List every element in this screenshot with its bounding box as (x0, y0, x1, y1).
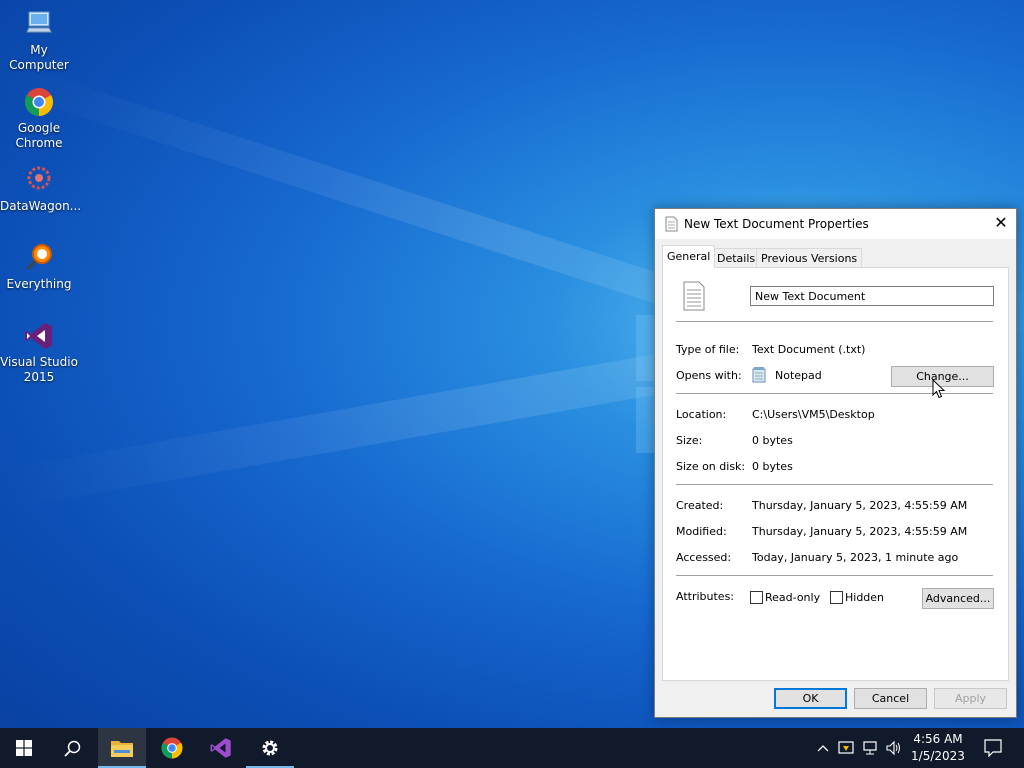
desktop-icon-label: DataWagon... (0, 199, 82, 213)
network-icon (862, 740, 878, 759)
action-center-icon (984, 739, 1002, 760)
cancel-button[interactable]: Cancel (854, 688, 927, 709)
search-icon (64, 740, 81, 760)
mouse-cursor-icon (932, 378, 946, 402)
type-of-file-value: Text Document (.txt) (752, 343, 866, 356)
accessed-value: Today, January 5, 2023, 1 minute ago (752, 551, 959, 564)
clock-date: 1/5/2023 (911, 749, 965, 763)
close-icon: ✕ (994, 213, 1008, 232)
tab-general[interactable]: General (662, 245, 716, 268)
file-explorer-icon (111, 738, 133, 760)
dialog-title: New Text Document Properties (684, 217, 869, 231)
taskbar-chrome[interactable] (148, 728, 196, 768)
created-value: Thursday, January 5, 2023, 4:55:59 AM (752, 499, 968, 512)
document-icon (665, 216, 678, 235)
clock[interactable]: 4:56 AM 1/5/2023 (908, 731, 968, 765)
volume-icon (886, 740, 902, 759)
settings-icon (260, 738, 280, 761)
desktop-icon-visual-studio[interactable]: Visual Studio 2015 (0, 320, 78, 385)
tray-security[interactable] (836, 728, 856, 768)
action-center-button[interactable] (978, 728, 1008, 768)
computer-icon (23, 8, 55, 40)
readonly-checkbox[interactable] (750, 591, 763, 604)
desktop-icon-label: Everything (6, 277, 72, 291)
text-file-icon (683, 281, 705, 314)
accessed-label: Accessed: (676, 551, 732, 564)
modified-value: Thursday, January 5, 2023, 4:55:59 AM (752, 525, 968, 538)
ok-button[interactable]: OK (774, 688, 847, 709)
desktop-icon-datawagon[interactable]: DataWagon... (0, 164, 82, 214)
start-icon (16, 740, 32, 759)
size-label: Size: (676, 434, 703, 447)
opens-with-label: Opens with: (676, 369, 742, 382)
desktop-icon-label: My Computer (9, 43, 69, 72)
desktop-icon-google-chrome[interactable]: Google Chrome (0, 86, 78, 151)
location-value: C:\Users\VM5\Desktop (752, 408, 875, 421)
visual-studio-icon (23, 320, 55, 352)
hidden-label[interactable]: Hidden (845, 591, 884, 604)
file-name-input[interactable]: New Text Document (750, 286, 994, 306)
tray-overflow-button[interactable] (814, 728, 832, 768)
created-label: Created: (676, 499, 724, 512)
taskbar: 4:56 AM 1/5/2023 (0, 728, 1024, 768)
taskbar-visual-studio[interactable] (197, 728, 245, 768)
advanced-button[interactable]: Advanced... (922, 588, 994, 609)
hidden-checkbox[interactable] (830, 591, 843, 604)
tab-previous-versions[interactable]: Previous Versions (756, 248, 863, 268)
size-on-disk-label: Size on disk: (676, 460, 746, 473)
start-button[interactable] (0, 728, 48, 768)
close-button[interactable]: ✕ (986, 209, 1016, 239)
desktop-icon-my-computer[interactable]: My Computer (0, 8, 78, 73)
visual-studio-icon (209, 736, 233, 763)
everything-search-icon (23, 242, 55, 274)
separator (676, 484, 993, 485)
desktop-icon-label: Visual Studio 2015 (0, 355, 78, 384)
desktop-icon-everything[interactable]: Everything (0, 242, 78, 292)
search-button[interactable] (48, 728, 96, 768)
size-value: 0 bytes (752, 434, 793, 447)
location-label: Location: (676, 408, 727, 421)
chrome-icon (160, 736, 184, 763)
desktop-icon-label: Google Chrome (15, 121, 63, 150)
tray-volume[interactable] (884, 728, 904, 768)
tab-details[interactable]: Details (712, 248, 761, 268)
modified-label: Modified: (676, 525, 727, 538)
chrome-icon (23, 86, 55, 118)
opens-with-value: Notepad (775, 369, 822, 382)
datawagon-icon (23, 164, 55, 196)
chevron-up-icon (817, 742, 829, 755)
apply-button[interactable]: Apply (934, 688, 1007, 709)
size-on-disk-value: 0 bytes (752, 460, 793, 473)
separator (676, 321, 993, 322)
taskbar-settings[interactable] (246, 728, 294, 768)
clock-time: 4:56 AM (913, 732, 963, 746)
security-icon (838, 740, 854, 759)
notepad-icon (751, 367, 767, 386)
readonly-label[interactable]: Read-only (765, 591, 820, 604)
separator (676, 575, 993, 576)
attributes-label: Attributes: (676, 590, 735, 603)
taskbar-file-explorer[interactable] (98, 728, 146, 768)
tray-network[interactable] (860, 728, 880, 768)
type-of-file-label: Type of file: (676, 343, 740, 356)
general-panel: New Text Document Type of file: Text Doc… (662, 267, 1009, 681)
properties-dialog: New Text Document Properties ✕ General D… (654, 208, 1017, 718)
dialog-titlebar[interactable]: New Text Document Properties ✕ (655, 209, 1016, 239)
